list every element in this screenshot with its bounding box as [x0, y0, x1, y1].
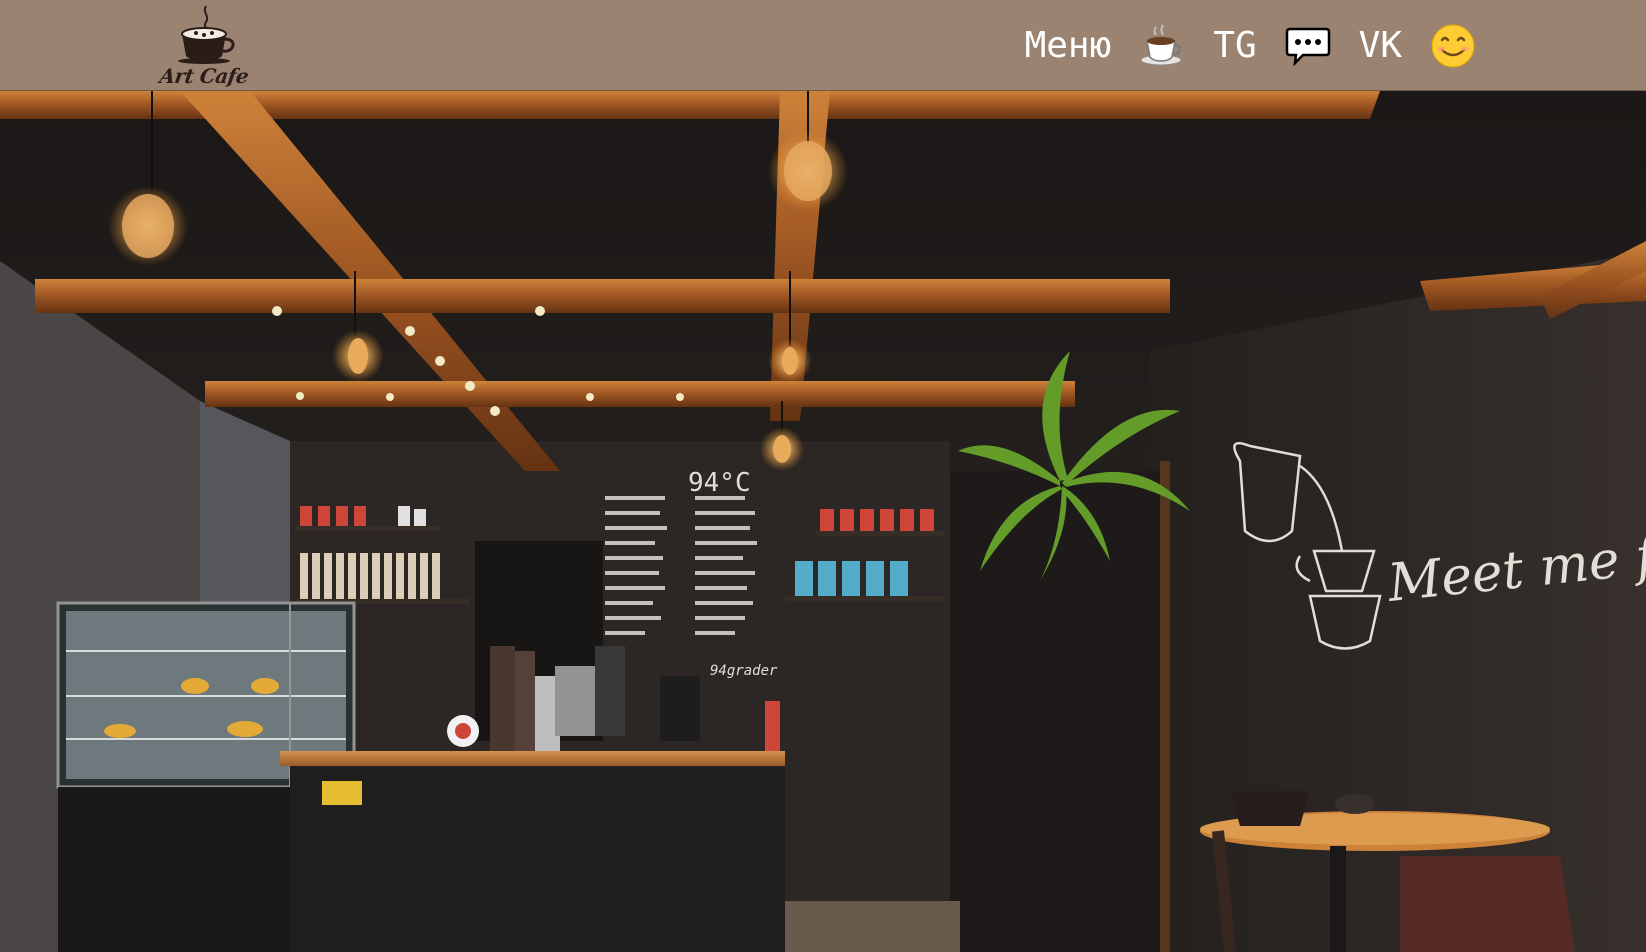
nav-tg-link[interactable]: TG — [1213, 23, 1330, 69]
nav-tg-label: TG — [1213, 24, 1257, 66]
nav-vk-link[interactable]: VK — [1359, 23, 1476, 69]
cafe-interior-illustration: 94°C 94grader Meet me for — [0, 91, 1646, 952]
coffee-cup-logo-icon — [178, 5, 235, 64]
nav-vk-label: VK — [1358, 24, 1402, 66]
main-nav: Меню TG VK — [1025, 0, 1476, 91]
smiley-face-icon — [1431, 24, 1475, 67]
logo[interactable]: Art Cafe — [158, 4, 250, 88]
nav-menu-label: Меню — [1024, 24, 1112, 66]
brand-name: Art Cafe — [158, 64, 250, 88]
speech-bubble-icon — [1285, 27, 1330, 66]
site-header: Art Cafe Меню TG VK — [0, 0, 1646, 91]
nav-menu-link[interactable]: Меню — [1025, 23, 1186, 69]
hero-cafe-photo: 94°C 94grader Meet me for — [0, 91, 1646, 952]
coffee-cup-icon — [1140, 23, 1182, 65]
